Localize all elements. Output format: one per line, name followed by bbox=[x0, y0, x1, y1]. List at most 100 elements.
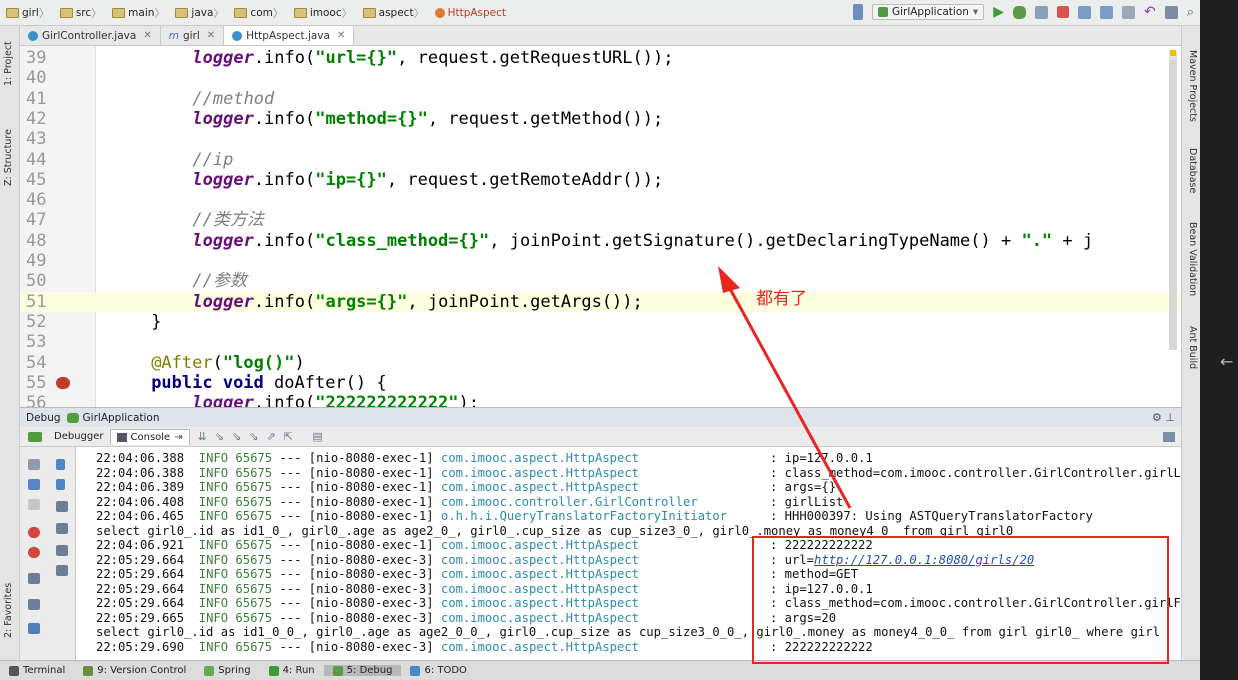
line-number: 56 bbox=[26, 393, 47, 407]
close-icon[interactable]: ✕ bbox=[337, 30, 345, 41]
tool-tab-favorites[interactable]: 2: Favorites bbox=[3, 583, 14, 638]
tool-window-tab[interactable]: 6: TODO bbox=[401, 665, 475, 676]
tool-tab-database[interactable]: Database bbox=[1187, 148, 1198, 193]
resume-icon[interactable] bbox=[28, 459, 40, 470]
annotation-text: 都有了 bbox=[756, 289, 807, 309]
close-icon[interactable]: ✕ bbox=[143, 30, 151, 41]
breadcrumb-item[interactable]: java 〉 bbox=[169, 5, 228, 21]
console-thread: --- [nio-8080-exec-3] bbox=[279, 596, 441, 610]
chevron-right-icon: 〉 bbox=[272, 6, 284, 20]
close-icon[interactable]: ✕ bbox=[207, 30, 215, 41]
tab-debugger[interactable]: Debugger bbox=[48, 429, 110, 444]
tool-window-tab[interactable]: 9: Version Control bbox=[74, 665, 195, 676]
mute-breakpoints-icon[interactable] bbox=[28, 547, 40, 558]
settings-icon[interactable]: ⚙ ⊥ bbox=[1152, 411, 1175, 424]
breadcrumb-item[interactable]: src 〉 bbox=[54, 5, 106, 21]
print-icon[interactable] bbox=[56, 545, 68, 556]
code-line: 49 bbox=[20, 251, 1181, 271]
search-icon[interactable]: ⌕ bbox=[1187, 5, 1194, 20]
console-pid: 65675 bbox=[235, 509, 280, 523]
stop-debug-icon[interactable] bbox=[28, 499, 40, 510]
step-buttons-icon[interactable]: ⇊⇘⇘⇘⇗⇱ ▤ bbox=[198, 430, 331, 443]
tool-window-tab[interactable]: 4: Run bbox=[260, 665, 324, 676]
console-timestamp: 22:05:29.665 bbox=[96, 610, 199, 625]
code-editor[interactable]: 39 logger.info("url={}", request.getReque… bbox=[20, 46, 1181, 407]
down-arrow-icon[interactable] bbox=[56, 479, 65, 490]
line-number: 40 bbox=[26, 68, 47, 89]
breadcrumb-item[interactable]: aspect 〉 bbox=[357, 5, 429, 21]
left-arrow-icon[interactable]: ← bbox=[1220, 352, 1233, 371]
vcs-update-icon[interactable] bbox=[1077, 5, 1091, 19]
layout-icon[interactable] bbox=[28, 599, 40, 610]
breadcrumb-item[interactable]: main 〉 bbox=[106, 5, 169, 21]
editor-tab[interactable]: GirlController.java ✕ bbox=[20, 26, 161, 45]
tool-tab-ant-build[interactable]: Ant Build bbox=[1187, 326, 1198, 369]
breadcrumb-label: src bbox=[75, 6, 92, 19]
vcs-history-icon[interactable] bbox=[1121, 5, 1135, 19]
coverage-icon[interactable] bbox=[1034, 5, 1048, 19]
debug-icon[interactable] bbox=[1012, 5, 1026, 19]
project-structure-icon[interactable] bbox=[1164, 5, 1178, 19]
tool-tab-maven[interactable]: Maven Projects bbox=[1187, 50, 1198, 122]
console-pid: 65675 bbox=[235, 480, 280, 494]
console-thread: --- [nio-8080-exec-1] bbox=[279, 465, 441, 480]
tool-window-tab[interactable]: 5: Debug bbox=[323, 665, 402, 676]
breakpoint-icon[interactable] bbox=[56, 376, 70, 389]
stop-icon[interactable] bbox=[1056, 6, 1069, 18]
code-line: 41 //method bbox=[20, 89, 1181, 109]
settings-gear-icon[interactable] bbox=[28, 623, 40, 634]
editor-tab[interactable]: m girl ✕ bbox=[161, 26, 225, 45]
soft-wrap-icon[interactable] bbox=[56, 501, 68, 512]
tool-tab-structure[interactable]: Z: Structure bbox=[3, 129, 14, 186]
code-line: 45 logger.info("ip={}", request.getRemote… bbox=[20, 170, 1181, 190]
console-level: INFO bbox=[198, 567, 236, 581]
console-logger: o.h.h.i.QueryTranslatorFactoryInitiator bbox=[440, 509, 728, 523]
rerun-icon[interactable] bbox=[28, 431, 42, 442]
editor-tab[interactable]: HttpAspect.java ✕ bbox=[224, 26, 355, 45]
vcs-commit-icon[interactable] bbox=[1099, 5, 1113, 19]
tool-tab-project[interactable]: 1: Project bbox=[3, 41, 14, 86]
camera-icon[interactable] bbox=[28, 573, 40, 584]
up-arrow-icon[interactable] bbox=[56, 459, 65, 470]
view-breakpoints-icon[interactable] bbox=[28, 527, 40, 538]
pause-icon[interactable] bbox=[28, 479, 40, 490]
run-icon[interactable]: ▶ bbox=[993, 4, 1004, 20]
breadcrumb-item[interactable]: com 〉 bbox=[228, 5, 287, 21]
console-timestamp: 22:05:29.664 bbox=[96, 581, 199, 596]
console-pid: 65675 bbox=[235, 451, 280, 465]
console-thread: --- [nio-8080-exec-3] bbox=[279, 610, 441, 625]
clear-console-icon[interactable] bbox=[56, 565, 68, 576]
breadcrumb-item[interactable]: imooc 〉 bbox=[288, 5, 357, 21]
restore-layout-icon[interactable] bbox=[1163, 431, 1175, 442]
code-line: 46 bbox=[20, 190, 1181, 210]
revert-icon[interactable]: ↶ bbox=[1144, 4, 1156, 20]
tool-tab-bean-validation[interactable]: Bean Validation bbox=[1187, 222, 1198, 296]
console-line: 22:05:29.664 INFO 65675 --- [nio-8080-ex… bbox=[96, 581, 873, 597]
line-number: 41 bbox=[26, 88, 47, 109]
breadcrumb-item[interactable]: HttpAspect bbox=[429, 7, 510, 19]
tool-window-tab[interactable]: Spring bbox=[195, 665, 259, 676]
debug-app-name[interactable]: GirlApplication bbox=[83, 412, 160, 424]
debug-tabs: Debugger Console ⇥ ⇊⇘⇘⇘⇗⇱ ▤ bbox=[20, 427, 1181, 447]
console-logger: com.imooc.aspect.HttpAspect bbox=[440, 552, 640, 567]
console-pid: 65675 bbox=[235, 538, 280, 552]
chevron-right-icon: 〉 bbox=[38, 6, 50, 20]
run-configuration-select[interactable]: GirlApplication ▾ bbox=[871, 4, 985, 20]
console-level: INFO bbox=[198, 552, 236, 567]
console-thread: --- [nio-8080-exec-1] bbox=[279, 480, 441, 494]
tab-console[interactable]: Console ⇥ bbox=[109, 428, 190, 445]
scroll-end-icon[interactable] bbox=[56, 523, 68, 534]
code-line: 54 @After("log()") bbox=[20, 353, 1181, 373]
breadcrumb-label: girl bbox=[22, 6, 39, 19]
scrollbar-thumb[interactable] bbox=[1169, 60, 1177, 350]
tool-window-tab[interactable]: Terminal bbox=[0, 665, 74, 676]
build-icon[interactable] bbox=[852, 4, 863, 20]
editor-scrollbar[interactable] bbox=[1169, 50, 1177, 350]
tool-window-label: 5: Debug bbox=[346, 665, 393, 676]
code-line: 42 logger.info("method={}", request.getMe… bbox=[20, 109, 1181, 129]
breadcrumb-item[interactable]: girl 〉 bbox=[0, 5, 54, 21]
class-icon bbox=[434, 7, 445, 18]
navigation-bar: girl 〉 src 〉 main 〉 java 〉 com 〉 imooc 〉 aspec… bbox=[0, 0, 1200, 26]
console-line: 22:05:29.664 INFO 65675 --- [nio-8080-ex… bbox=[96, 596, 1181, 611]
code-text: logger.info("222222222222"); bbox=[192, 393, 480, 407]
